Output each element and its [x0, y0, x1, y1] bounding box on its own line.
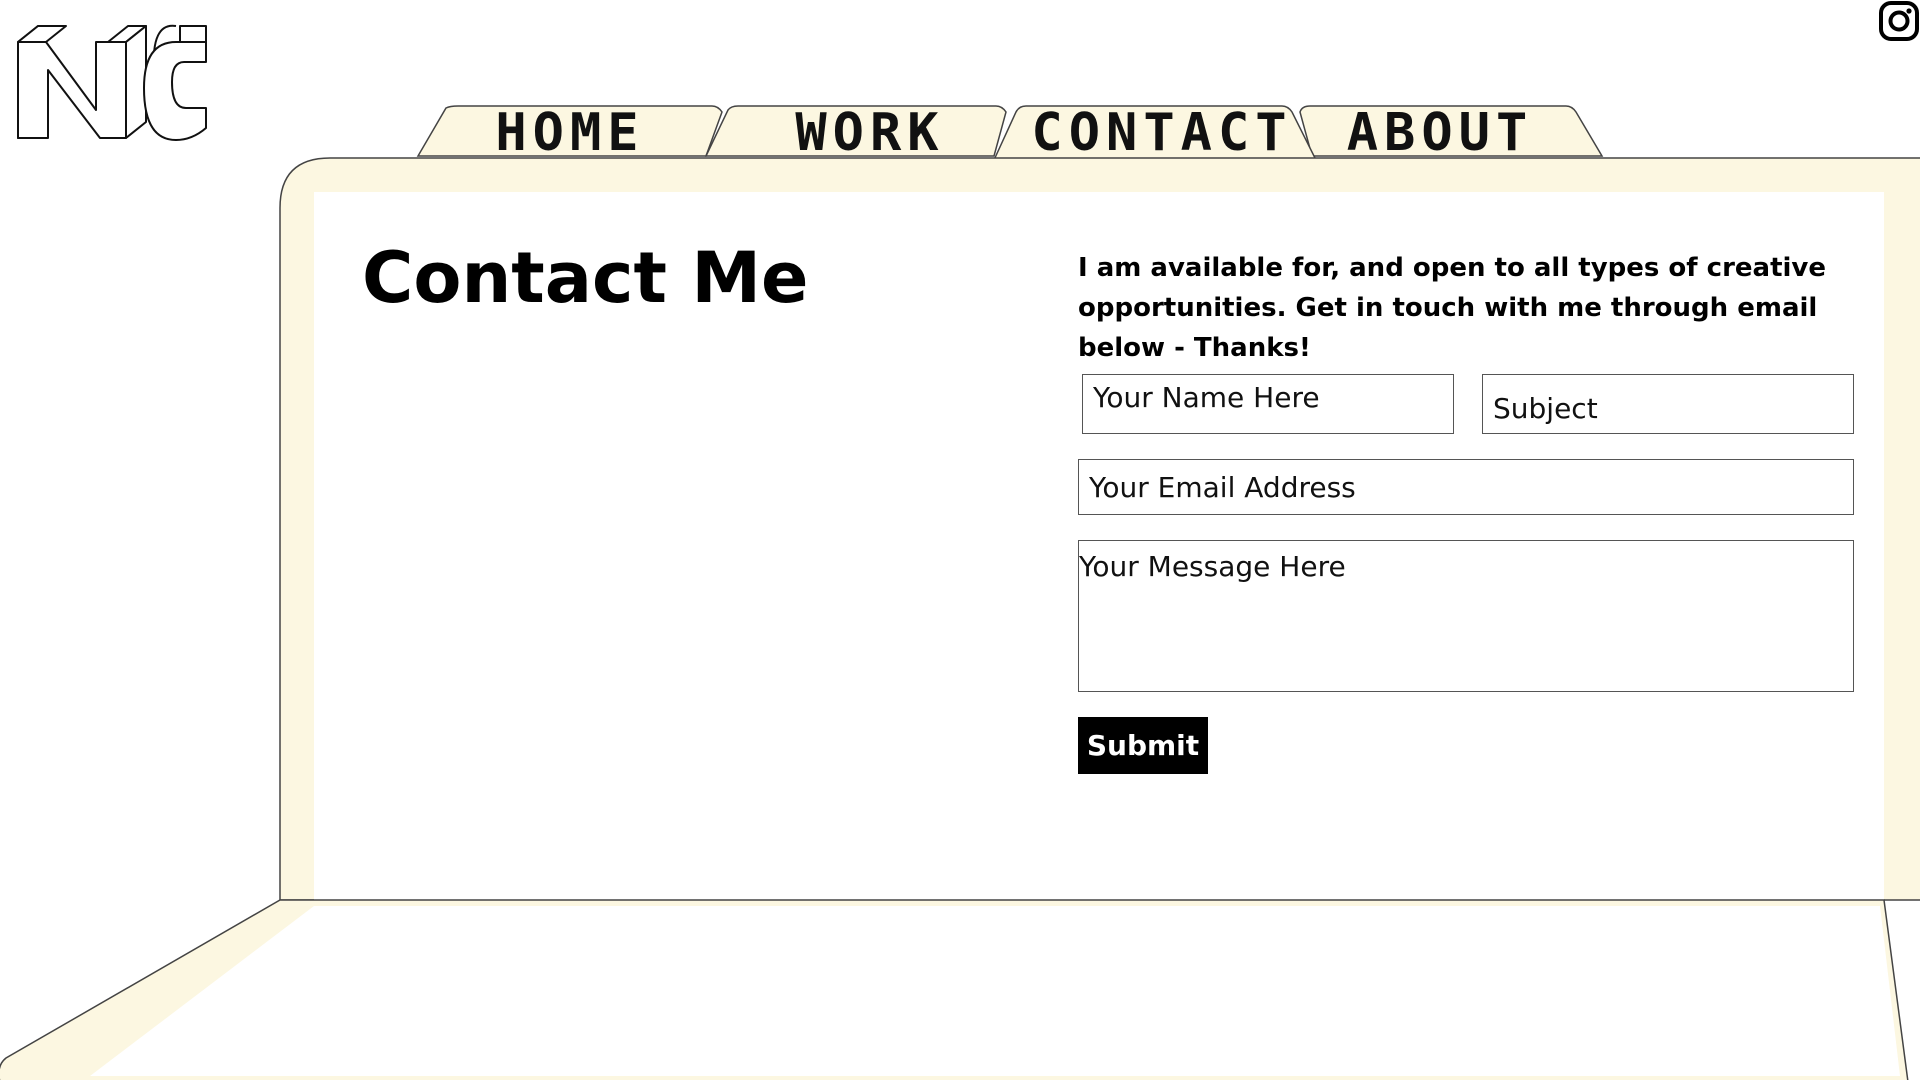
page-title: Contact Me [362, 237, 809, 319]
message-textarea[interactable] [1078, 540, 1854, 692]
submit-button[interactable]: Submit [1078, 717, 1208, 774]
tab-contact[interactable]: CONTACT [1022, 105, 1302, 161]
intro-text: I am available for, and open to all type… [1078, 253, 1826, 363]
instagram-icon[interactable] [1878, 0, 1920, 42]
tab-about[interactable]: ABOUT [1330, 105, 1550, 161]
name-input[interactable] [1082, 374, 1454, 434]
subject-input[interactable] [1482, 374, 1854, 434]
page: NC HOME WORK CONTACT ABOUT Contact Me I … [0, 0, 1920, 1080]
tab-work[interactable]: WORK [770, 105, 970, 161]
tab-home[interactable]: HOME [470, 105, 670, 161]
nc-logo[interactable]: NC [16, 12, 212, 142]
email-input[interactable] [1078, 459, 1854, 515]
